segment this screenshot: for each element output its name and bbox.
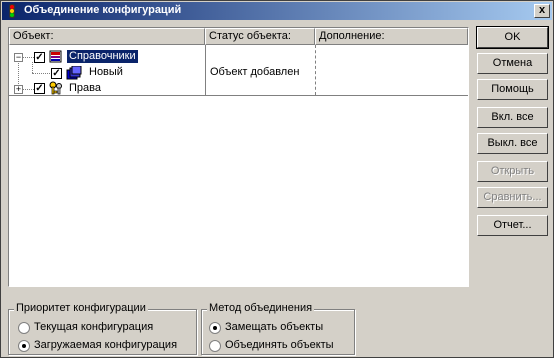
- tree-label[interactable]: Справочники: [66, 49, 139, 64]
- tree-line: [32, 73, 50, 74]
- column-header-object[interactable]: Объект:: [9, 28, 205, 45]
- checkbox-novyi[interactable]: ✓: [51, 68, 62, 79]
- priority-legend: Приоритет конфигурации: [14, 302, 148, 314]
- keys-icon: [49, 81, 62, 95]
- priority-group: Приоритет конфигурации Текущая конфигура…: [8, 302, 197, 355]
- disable-all-button[interactable]: Выкл. все: [477, 133, 548, 154]
- collapse-toggle[interactable]: −: [14, 53, 23, 62]
- column-header-extra[interactable]: Дополнение:: [315, 28, 468, 45]
- merge-method-group: Метод объединения Замещать объекты Объед…: [201, 302, 355, 355]
- tree-line: [23, 57, 34, 58]
- radio-label[interactable]: Объединять объекты: [225, 339, 334, 351]
- radio-label[interactable]: Загружаемая конфигурация: [34, 339, 177, 351]
- radio-label[interactable]: Текущая конфигурация: [34, 321, 153, 333]
- books-icon: [66, 66, 82, 80]
- radio-label[interactable]: Замещать объекты: [225, 321, 323, 333]
- app-icon: [9, 4, 15, 18]
- object-status: Объект добавлен: [210, 66, 300, 78]
- column-divider: [205, 45, 206, 95]
- compare-button[interactable]: Сравнить...: [477, 187, 548, 208]
- help-button[interactable]: Помощь: [477, 79, 548, 100]
- tree-line: [32, 62, 33, 73]
- tree-label[interactable]: Новый: [87, 66, 125, 79]
- title-bar[interactable]: Объединение конфигураций x: [2, 2, 552, 20]
- tree-label[interactable]: Права: [67, 82, 103, 95]
- ok-button[interactable]: OK: [476, 26, 549, 49]
- radio-replace-objects[interactable]: [209, 322, 221, 334]
- method-legend: Метод объединения: [207, 302, 315, 314]
- enable-all-button[interactable]: Вкл. все: [477, 107, 548, 128]
- window-title: Объединение конфигураций: [24, 4, 182, 16]
- close-button[interactable]: x: [534, 4, 550, 18]
- report-button[interactable]: Отчет...: [477, 215, 548, 236]
- radio-loaded-config[interactable]: [18, 340, 30, 352]
- objects-tree-list[interactable]: Объект: Статус объекта: Дополнение: − ✓ …: [8, 27, 469, 287]
- cancel-button[interactable]: Отмена: [477, 53, 548, 74]
- column-header-status[interactable]: Статус объекта:: [205, 28, 315, 45]
- merge-config-dialog: Объединение конфигураций x Объект: Стату…: [0, 0, 554, 358]
- expand-toggle[interactable]: +: [14, 85, 23, 94]
- column-divider-dashed: [315, 45, 316, 95]
- checkbox-spravochniki[interactable]: ✓: [34, 52, 45, 63]
- radio-merge-objects[interactable]: [209, 340, 221, 352]
- rows-bottom-line: [9, 95, 468, 96]
- checkbox-prava[interactable]: ✓: [34, 83, 45, 94]
- book-stack-icon: [49, 50, 62, 63]
- tree-line: [23, 89, 34, 90]
- open-button[interactable]: Открыть: [477, 161, 548, 182]
- radio-current-config[interactable]: [18, 322, 30, 334]
